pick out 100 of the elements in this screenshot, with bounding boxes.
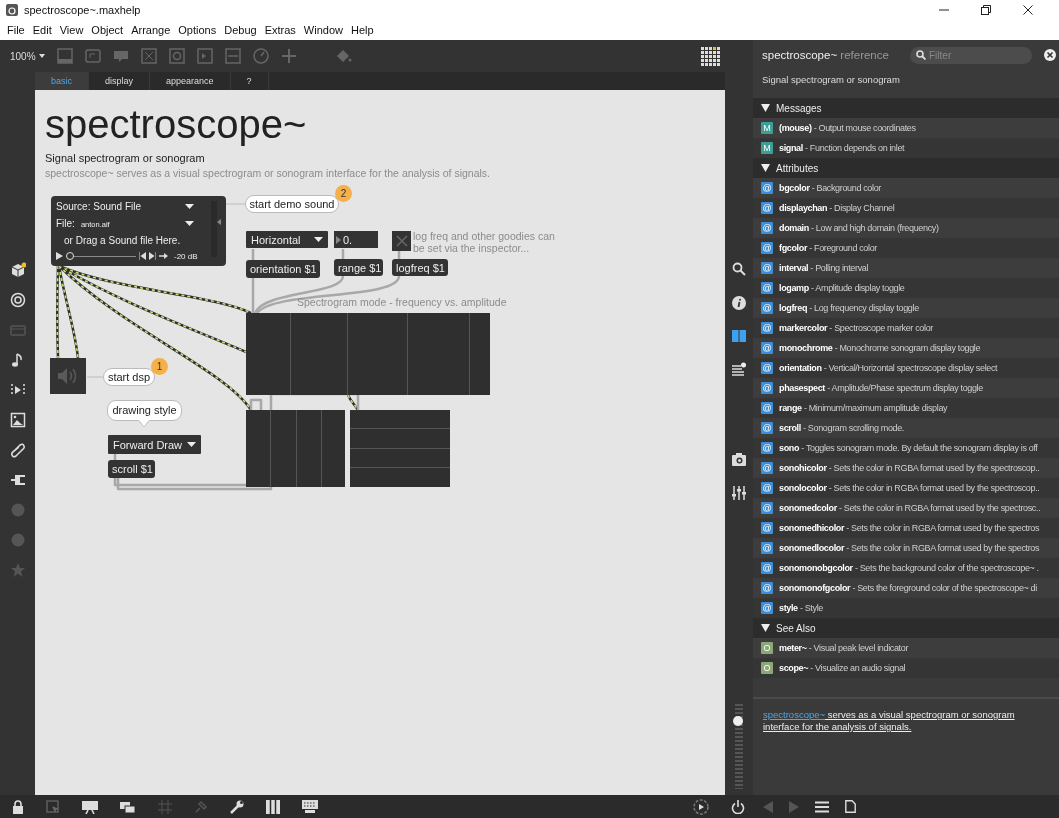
type-badge: @ bbox=[761, 502, 773, 514]
caret-icon bbox=[185, 204, 194, 209]
toggle[interactable] bbox=[392, 231, 411, 251]
type-badge: @ bbox=[761, 482, 773, 494]
info-icon[interactable] bbox=[732, 296, 746, 310]
reference-row[interactable]: @ range - Minimum/maximum amplitude display bbox=[753, 398, 1059, 418]
type-badge: @ bbox=[761, 522, 773, 534]
reference-row[interactable]: @ sonomedhicolor - Sets the color in RGBA format used by the spectros bbox=[753, 518, 1059, 538]
slider-thumb[interactable] bbox=[66, 252, 74, 261]
comment-bubble: start dsp bbox=[103, 368, 155, 386]
message-box[interactable]: orientation $1 bbox=[246, 260, 320, 278]
section-header[interactable]: Attributes bbox=[753, 158, 1059, 178]
target-icon[interactable] bbox=[9, 292, 26, 308]
lock-icon[interactable] bbox=[12, 799, 24, 814]
reference-row[interactable]: @ sonomonobgcolor - Sets the background color of the spectroscope~ . bbox=[753, 558, 1059, 578]
toggle-icon[interactable] bbox=[139, 47, 158, 65]
number-box[interactable]: 0. bbox=[334, 231, 378, 248]
power-icon[interactable] bbox=[731, 799, 745, 814]
gain-slider[interactable] bbox=[735, 704, 743, 789]
play-circle-icon[interactable] bbox=[693, 798, 709, 815]
reference-summary: Signal spectrogram or sonogram bbox=[761, 73, 901, 87]
zoom-menu[interactable]: 100% bbox=[10, 50, 36, 62]
slider-icon[interactable] bbox=[223, 47, 242, 65]
restore-icon[interactable] bbox=[981, 5, 991, 15]
piano-icon[interactable] bbox=[266, 799, 280, 814]
tab[interactable]: basic bbox=[35, 72, 89, 90]
menu-icon[interactable] bbox=[815, 800, 829, 813]
caret-icon bbox=[185, 220, 194, 226]
menu-item[interactable]: Object bbox=[87, 24, 128, 36]
previous-icon[interactable] bbox=[139, 252, 146, 261]
reference-row[interactable]: @ logamp - Amplitude display toggle bbox=[753, 278, 1059, 298]
windows-icon[interactable] bbox=[120, 799, 136, 814]
plug-icon[interactable] bbox=[9, 472, 26, 488]
triangle-icon bbox=[761, 624, 770, 632]
message-box[interactable]: logfreq $1 bbox=[392, 259, 448, 276]
close-icon[interactable] bbox=[1044, 49, 1056, 61]
cube-icon[interactable] bbox=[9, 262, 26, 278]
menu-item[interactable]: Extras bbox=[260, 24, 300, 36]
type-badge: @ bbox=[761, 402, 773, 414]
arrow-icon[interactable] bbox=[159, 252, 169, 261]
section-header[interactable]: Messages bbox=[753, 98, 1059, 118]
level-meter-drawing bbox=[210, 199, 222, 259]
menu-item[interactable]: Edit bbox=[28, 24, 56, 36]
type-badge: O bbox=[761, 642, 773, 654]
filter-field[interactable]: Filter bbox=[910, 46, 1032, 64]
filter-input[interactable]: Filter bbox=[929, 49, 1019, 61]
dropdown-menu[interactable]: Horizontal bbox=[246, 231, 328, 248]
presentation-icon[interactable] bbox=[82, 799, 98, 814]
menu-item[interactable]: View bbox=[55, 24, 88, 36]
caret-icon bbox=[314, 237, 323, 242]
comment-text: log freq and other goodies can be set via the inspector... bbox=[413, 230, 556, 256]
keyboard-icon[interactable] bbox=[302, 799, 318, 814]
menu-item[interactable]: Window bbox=[299, 24, 347, 36]
message-box[interactable]: range $1 bbox=[334, 259, 383, 276]
type-badge: M bbox=[761, 142, 773, 154]
step-badge: 2 bbox=[335, 185, 352, 202]
reference-row[interactable]: @ sonolocolor - Sets the color in RGBA format used by the spectroscop.. bbox=[753, 478, 1059, 498]
comment-bubble: start demo sound bbox=[245, 195, 339, 213]
triangle-icon bbox=[761, 104, 770, 112]
reference-row[interactable]: @ displaychan - Display Channel bbox=[753, 198, 1059, 218]
reference-row[interactable]: @ sono - Toggles sonogram mode. By default the sonogram display is off bbox=[753, 438, 1059, 458]
comment-text: Spectrogram mode - frequency vs. amplitude bbox=[297, 296, 508, 310]
playback-slider[interactable] bbox=[66, 252, 136, 261]
reference-link[interactable]: spectroscope~ bbox=[763, 709, 826, 720]
camera-icon[interactable] bbox=[732, 453, 746, 466]
type-badge: @ bbox=[761, 282, 773, 294]
type-badge: @ bbox=[761, 602, 773, 614]
document-icon[interactable] bbox=[845, 800, 856, 813]
reference-row[interactable]: @ style - Style bbox=[753, 598, 1059, 618]
caret-icon bbox=[187, 442, 196, 447]
star-icon[interactable] bbox=[9, 562, 26, 578]
reference-row[interactable]: O scope~ - Visualize an audio signal bbox=[753, 658, 1059, 678]
list-icon[interactable] bbox=[732, 362, 746, 376]
menu-item[interactable]: Options bbox=[174, 24, 221, 36]
image-icon[interactable] bbox=[9, 412, 26, 428]
slider-thumb[interactable] bbox=[733, 716, 743, 726]
reference-row[interactable]: M signal - Function depends on inlet bbox=[753, 138, 1059, 158]
description-text: spectroscope~ serves as a visual spectrogram or sonogram interface for the analysis of signals. bbox=[763, 709, 1016, 733]
grid-icon[interactable] bbox=[701, 45, 721, 67]
mixer-icon[interactable] bbox=[732, 486, 746, 500]
section-header[interactable]: See Also bbox=[753, 618, 1059, 638]
menu-item[interactable]: Help bbox=[346, 24, 378, 36]
menu-item[interactable]: Debug bbox=[220, 24, 261, 36]
caret-icon[interactable] bbox=[37, 53, 46, 59]
menu-item[interactable]: File bbox=[3, 24, 29, 36]
select-icon[interactable] bbox=[46, 799, 60, 814]
paperclip-icon[interactable] bbox=[9, 442, 26, 458]
next-icon[interactable] bbox=[149, 252, 156, 261]
close-icon[interactable] bbox=[1023, 5, 1033, 15]
menu-item[interactable]: Arrange bbox=[127, 24, 175, 36]
dropdown-menu[interactable]: Forward Draw bbox=[108, 435, 201, 454]
reference-row[interactable]: @ markercolor - Spectroscope marker color bbox=[753, 318, 1059, 338]
type-badge: @ bbox=[761, 322, 773, 334]
wrench-icon[interactable] bbox=[230, 799, 244, 814]
source-dropdown[interactable]: Source: Sound File bbox=[56, 199, 204, 214]
search-icon[interactable] bbox=[732, 262, 746, 276]
play-icon[interactable] bbox=[56, 252, 63, 261]
message-box[interactable]: scroll $1 bbox=[108, 460, 155, 478]
reference-row[interactable]: @ fgcolor - Foreground color bbox=[753, 238, 1059, 258]
reference-row[interactable]: @ orientation - Vertical/Horizontal spectroscope display select bbox=[753, 358, 1059, 378]
